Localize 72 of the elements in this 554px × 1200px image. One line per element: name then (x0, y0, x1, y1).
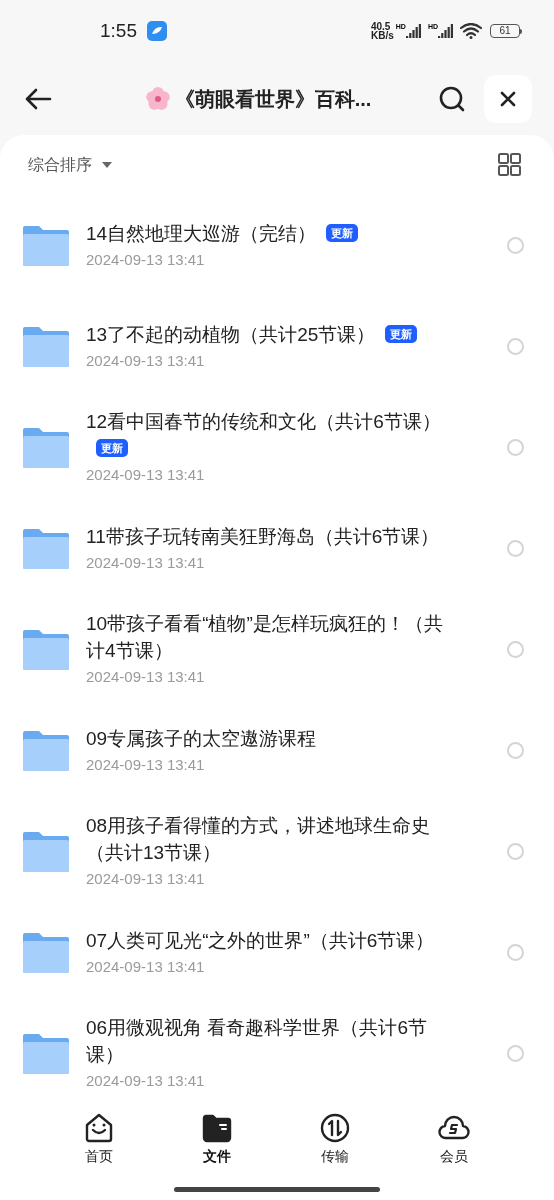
file-row[interactable]: 10带孩子看看“植物”是怎样玩疯狂的！（共计4节课） 2024-09-13 13:41 (0, 599, 554, 700)
folder-name: 11带孩子玩转南美狂野海岛（共计6节课） (86, 525, 440, 547)
folder-name: 09专属孩子的太空遨游课程 (86, 727, 317, 749)
nav-tab[interactable]: 首页 (83, 1112, 115, 1167)
wifi-icon (460, 23, 482, 39)
file-row[interactable]: 13了不起的动植物（共计25节课） 更新 2024-09-13 13:41 (0, 296, 554, 397)
select-radio[interactable] (507, 641, 524, 658)
folder-name: 13了不起的动植物（共计25节课） (86, 323, 376, 345)
modified-date: 2024-09-13 13:41 (86, 465, 206, 486)
file-row[interactable]: 07人类可见光“之外的世界”（共计6节课） 2024-09-13 13:41 (0, 902, 554, 1003)
grid-icon (498, 153, 522, 177)
update-badge: 更新 (326, 223, 359, 242)
folder-name: 06用微观视角 看奇趣科学世界（共计6节课） (86, 1017, 427, 1066)
select-radio[interactable] (507, 237, 524, 254)
signal-icon (405, 24, 422, 38)
modified-date: 2024-09-13 13:41 (86, 956, 206, 977)
signal-icon (438, 24, 454, 38)
network-speed: 40.5 KB/s (370, 22, 394, 40)
file-row[interactable]: 11带孩子玩转南美狂野海岛（共计6节课） 2024-09-13 13:41 (0, 498, 554, 599)
transfer-icon (319, 1112, 351, 1144)
nav-tab[interactable]: 传输 (319, 1112, 351, 1167)
select-radio[interactable] (507, 338, 524, 355)
file-row[interactable]: 14自然地理大巡游（完结） 更新 2024-09-13 13:41 (0, 195, 554, 296)
folder-name: 12看中国春节的传统和文化（共计6节课） (86, 411, 441, 433)
nav-tab[interactable]: 会员 (437, 1112, 471, 1167)
grid-view-button[interactable] (498, 153, 522, 177)
modified-date: 2024-09-13 13:41 (86, 249, 206, 270)
caret-icon (102, 161, 112, 169)
update-badge: 更新 (385, 324, 418, 343)
search-icon (438, 84, 466, 113)
modified-date: 2024-09-13 13:41 (86, 1071, 206, 1092)
modified-date: 2024-09-13 13:41 (86, 552, 206, 573)
folder-icon (22, 1032, 70, 1075)
select-radio[interactable] (507, 439, 524, 456)
folder-name: 10带孩子看看“植物”是怎样玩疯狂的！（共计4节课） (86, 613, 443, 662)
select-radio[interactable] (507, 843, 524, 860)
app-notification-icon (147, 21, 167, 41)
folder-icon (22, 325, 70, 368)
folder-icon (22, 931, 70, 974)
select-radio[interactable] (507, 540, 524, 557)
folder-icon (22, 426, 70, 469)
close-button[interactable] (484, 74, 532, 123)
modified-date: 2024-09-13 13:41 (86, 754, 206, 775)
folder-name: 07人类可见光“之外的世界”（共计6节课） (86, 929, 435, 951)
smiley-house-icon (83, 1112, 115, 1144)
file-row[interactable]: 08用孩子看得懂的方式，讲述地球生命史（共计13节课） 2024-09-13 13:41 (0, 801, 554, 902)
folder-icon (22, 527, 70, 570)
close-icon (500, 90, 516, 107)
battery-icon: 61 (490, 24, 522, 38)
modified-date: 2024-09-13 13:41 (86, 350, 206, 371)
clock: 1:55 (100, 18, 137, 43)
flower-icon (144, 85, 171, 112)
file-row[interactable]: 06用微观视角 看奇趣科学世界（共计6节课） 2024-09-13 13:41 (0, 1003, 554, 1104)
file-row[interactable]: 09专属孩子的太空遨游课程 2024-09-13 13:41 (0, 700, 554, 801)
modified-date: 2024-09-13 13:41 (86, 667, 206, 688)
folder-icon (22, 224, 70, 267)
page-title: 《萌眼看世界》百科... (174, 86, 372, 112)
file-row[interactable]: 12看中国春节的传统和文化（共计6节课） 更新 2024-09-13 13:41 (0, 397, 554, 498)
folder-icon (22, 729, 70, 772)
update-badge: 更新 (96, 439, 128, 458)
sort-dropdown[interactable]: 综合排序 (28, 153, 112, 177)
nav-tab[interactable]: 文件 (201, 1112, 233, 1167)
folder-name: 08用孩子看得懂的方式，讲述地球生命史（共计13节课） (86, 815, 431, 864)
folder-name: 14自然地理大巡游（完结） (86, 222, 317, 244)
modified-date: 2024-09-13 13:41 (86, 869, 206, 890)
folder-icon (201, 1112, 233, 1144)
folder-icon (22, 830, 70, 873)
select-radio[interactable] (507, 742, 524, 759)
back-arrow-icon (24, 86, 52, 111)
select-radio[interactable] (507, 944, 524, 961)
folder-icon (22, 628, 70, 671)
select-radio[interactable] (507, 1045, 524, 1062)
